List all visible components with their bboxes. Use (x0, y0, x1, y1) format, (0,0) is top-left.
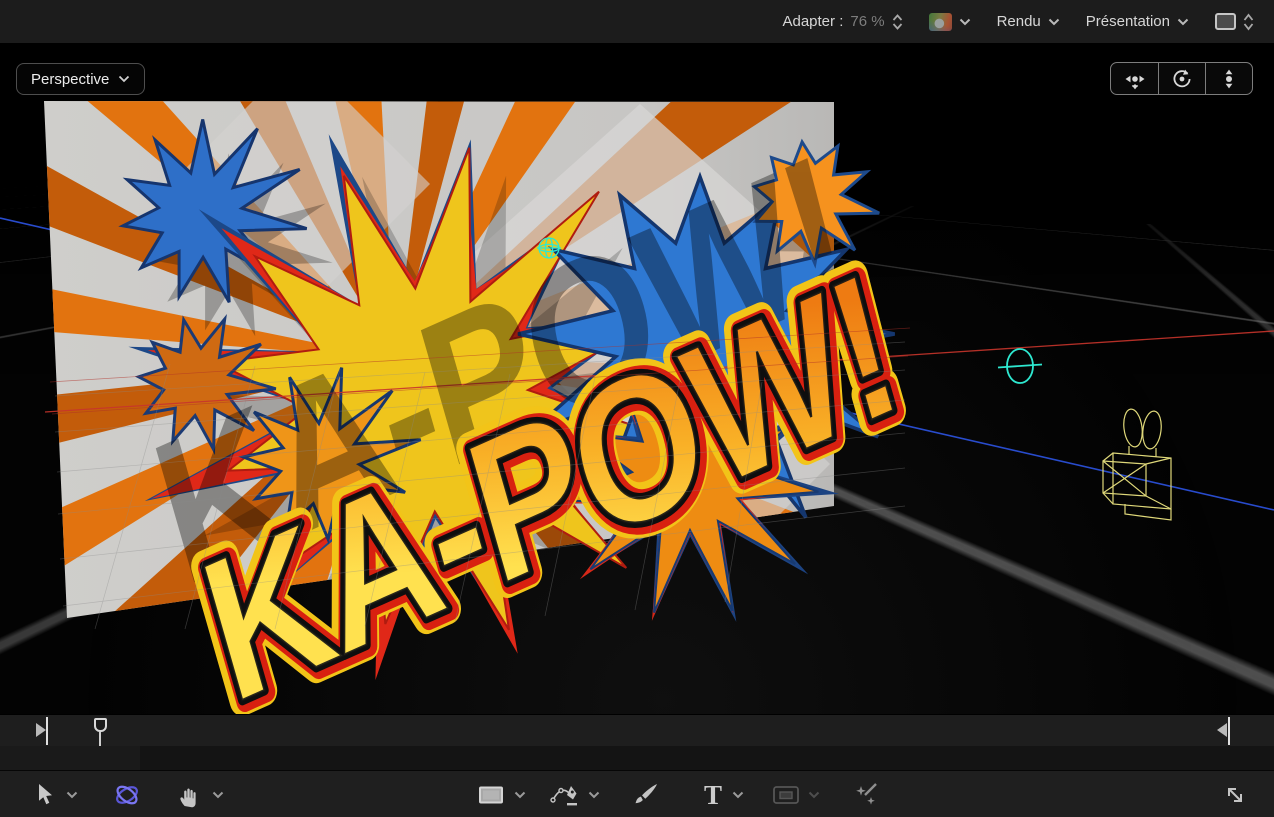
chevron-down-icon (1177, 18, 1189, 26)
expand-view-button[interactable] (1222, 771, 1248, 817)
chevron-down-icon (212, 791, 224, 799)
expand-fullscreen-icon (1222, 782, 1248, 808)
bottom-toolbar: T (0, 770, 1274, 817)
pan-3d-button[interactable] (1111, 63, 1158, 94)
svg-text:T: T (704, 781, 722, 809)
chevron-down-icon (588, 791, 600, 799)
chevron-down-icon (732, 791, 744, 799)
pan-hand-icon (176, 782, 200, 808)
select-tool-menu[interactable] (66, 771, 78, 817)
mask-tool-menu[interactable] (808, 771, 820, 817)
timeline-track-strip (0, 746, 1274, 770)
color-channels-menu[interactable] (929, 13, 971, 31)
camera-popup-label: Perspective (31, 71, 109, 88)
particles-tool-button[interactable] (852, 771, 880, 817)
render-menu[interactable]: Rendu (997, 13, 1060, 30)
orbit-3d-tool-button[interactable] (112, 771, 142, 817)
dolly-3d-button[interactable] (1205, 63, 1252, 94)
in-point-marker[interactable] (36, 723, 46, 737)
zoom-fit-label: Adapter : (782, 13, 843, 30)
chevron-down-icon (959, 18, 971, 26)
chevron-down-icon (118, 75, 130, 83)
out-point-marker[interactable] (1217, 723, 1227, 737)
zoom-fit-value: 76 % (850, 13, 884, 30)
chevron-down-icon (808, 791, 820, 799)
pan-tool-button[interactable] (176, 771, 200, 817)
select-arrow-icon (36, 783, 56, 807)
camera-wireframe-icon (1103, 408, 1171, 520)
top-toolbar: Adapter : 76 % Rendu Présentation (0, 0, 1274, 44)
dolly-3d-icon (1217, 67, 1241, 91)
camera-popup-button[interactable]: Perspective (16, 63, 145, 95)
bezier-pen-icon (550, 782, 582, 808)
text-tool-icon: T (700, 781, 726, 809)
image-mask-icon (772, 784, 800, 806)
render-menu-label: Rendu (997, 13, 1041, 30)
select-tool-button[interactable] (36, 771, 56, 817)
color-channels-swatch-icon (929, 13, 952, 31)
mask-tool-button[interactable] (772, 771, 800, 817)
window-layout-icon (1215, 13, 1236, 30)
playhead[interactable] (94, 718, 107, 732)
zoom-fit-control[interactable]: Adapter : 76 % (782, 13, 902, 30)
orbit-3d-button[interactable] (1158, 63, 1205, 94)
view-options-label: Présentation (1086, 13, 1170, 30)
text-tool-button[interactable]: T (700, 771, 726, 817)
bezier-tool-button[interactable] (550, 771, 582, 817)
timeline-track-header (0, 746, 140, 770)
rotation-handle-widget (998, 349, 1042, 383)
out-point-line (1228, 717, 1230, 745)
rectangle-shape-icon (478, 784, 504, 806)
mini-timeline[interactable] (0, 714, 1274, 746)
playhead-stem (99, 732, 101, 747)
particles-wand-icon (852, 782, 880, 808)
text-tool-menu[interactable] (732, 771, 744, 817)
stepper-chevrons-icon (1243, 13, 1254, 31)
shape-tool-button[interactable] (478, 771, 504, 817)
canvas-3d-viewport[interactable]: KA-POW! KA-POW! KA-POW! KA-POW! KA-POW! (0, 44, 1274, 714)
chevron-down-icon (1048, 18, 1060, 26)
view-3d-tools (1110, 62, 1253, 95)
shape-tool-menu[interactable] (514, 771, 526, 817)
scene-artwork: KA-POW! KA-POW! KA-POW! KA-POW! KA-POW! (0, 44, 1274, 714)
pan-3d-icon (1123, 67, 1147, 91)
orbit-3d-icon (1170, 67, 1194, 91)
orbit-3d-tool-icon (112, 781, 142, 809)
in-point-line (46, 717, 48, 745)
chevron-down-icon (514, 791, 526, 799)
chevron-down-icon (66, 791, 78, 799)
stepper-chevrons-icon[interactable] (892, 14, 903, 30)
bezier-tool-menu[interactable] (588, 771, 600, 817)
paint-brush-icon (630, 782, 660, 808)
motion-app-window: { "top_bar": { "fit_label": "Adapter :",… (0, 0, 1274, 817)
window-layout-control[interactable] (1215, 13, 1254, 31)
paint-tool-button[interactable] (630, 771, 660, 817)
view-options-menu[interactable]: Présentation (1086, 13, 1189, 30)
pan-tool-menu[interactable] (212, 771, 224, 817)
